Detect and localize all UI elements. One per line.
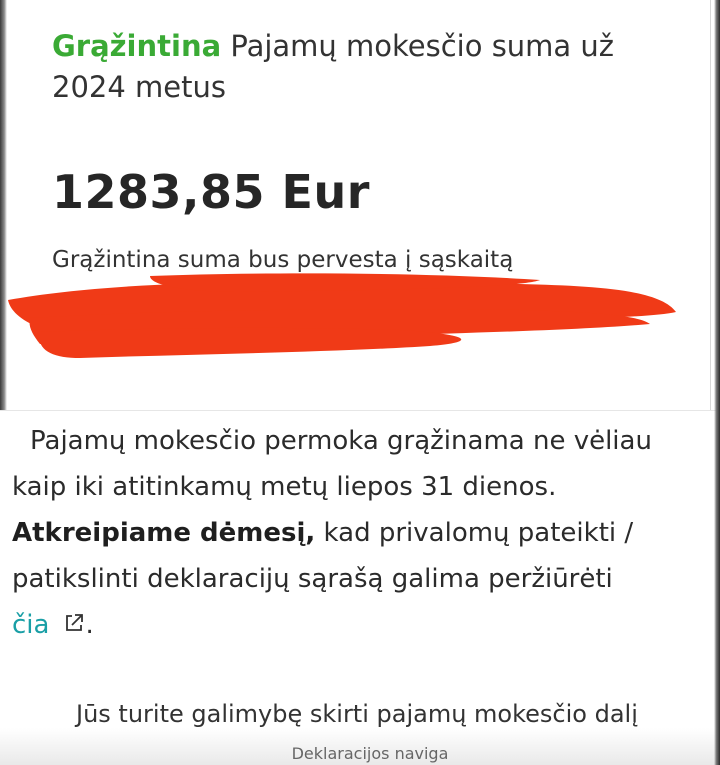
refund-title: Grąžintina Pajamų mokesčio suma už 2024 … bbox=[52, 26, 672, 108]
info-period: . bbox=[85, 610, 94, 640]
external-link-icon[interactable] bbox=[63, 603, 85, 649]
declarations-link[interactable]: čia bbox=[12, 610, 49, 640]
info-text-1: Pajamų mokesčio permoka grąžinama ne vėl… bbox=[12, 426, 652, 502]
info-paragraph: Pajamų mokesčio permoka grąžinama ne vėl… bbox=[12, 418, 702, 649]
refund-status: Grąžintina bbox=[52, 29, 222, 63]
section-divider bbox=[0, 410, 720, 411]
refund-amount: 1283,85 Eur bbox=[52, 165, 370, 219]
redaction-scribble bbox=[8, 273, 676, 358]
photo-edge-right bbox=[714, 0, 720, 765]
allocation-text: Jūs turite galimybę skirti pajamų mokesč… bbox=[76, 700, 638, 728]
info-attention: Atkreipiame dėmesį, bbox=[12, 518, 316, 548]
declarations-nav-button[interactable]: Deklaracijos naviga bbox=[250, 744, 490, 765]
page: Grąžintina Pajamų mokesčio suma už 2024 … bbox=[0, 0, 720, 765]
photo-edge-left bbox=[0, 0, 7, 410]
